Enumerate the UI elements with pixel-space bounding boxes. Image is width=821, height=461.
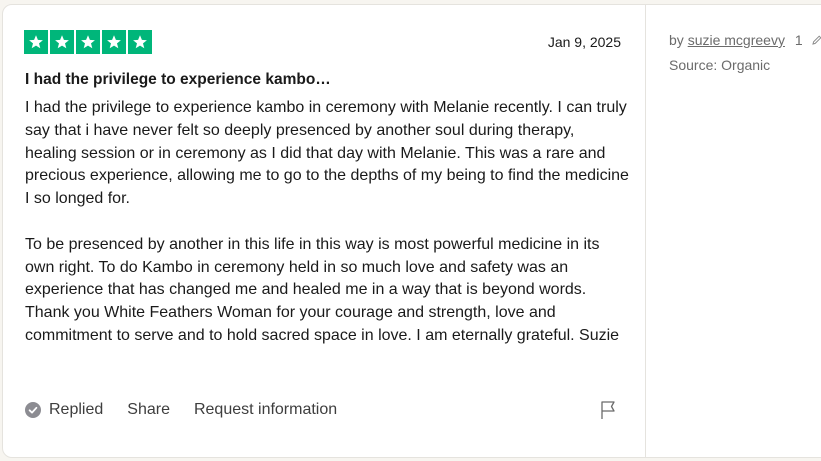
review-body: I had the privilege to experience kambo … [25,97,630,348]
flag-icon[interactable] [599,400,617,420]
replied-label: Replied [49,401,104,418]
review-card: Jan 9, 2025 I had the privilege to exper… [2,4,821,458]
star-icon [128,30,152,54]
review-source: Source: Organic [669,57,771,73]
star-icon [24,30,48,54]
reviewer-name-link[interactable]: suzie mcgreevy [688,32,785,48]
reviewer-info: by suzie mcgreevy 1 Source: Organic [669,32,821,73]
by-prefix: by [669,32,684,48]
request-information-label: Request information [193,401,338,418]
star-icon [50,30,74,54]
review-main: Jan 9, 2025 I had the privilege to exper… [3,5,645,457]
share-button[interactable]: Share [127,401,170,419]
share-label: Share [127,401,170,418]
pencil-icon [811,35,821,45]
review-count: 1 [794,32,803,48]
star-icon [76,30,100,54]
star-icon [102,30,126,54]
request-information-button[interactable]: Request information [194,401,337,419]
check-circle-icon [25,402,41,418]
review-actions: Replied Share Request information [25,400,625,420]
column-divider [645,5,646,457]
review-paragraph: To be presenced by another in this life … [25,235,620,344]
review-date: Jan 9, 2025 [547,34,621,50]
review-title: I had the privilege to experience kambo… [25,71,331,88]
reviewer-byline: by suzie mcgreevy 1 [669,32,821,48]
star-rating [24,30,152,54]
replied-button[interactable]: Replied [25,401,103,419]
review-paragraph: I had the privilege to experience kambo … [25,99,629,208]
